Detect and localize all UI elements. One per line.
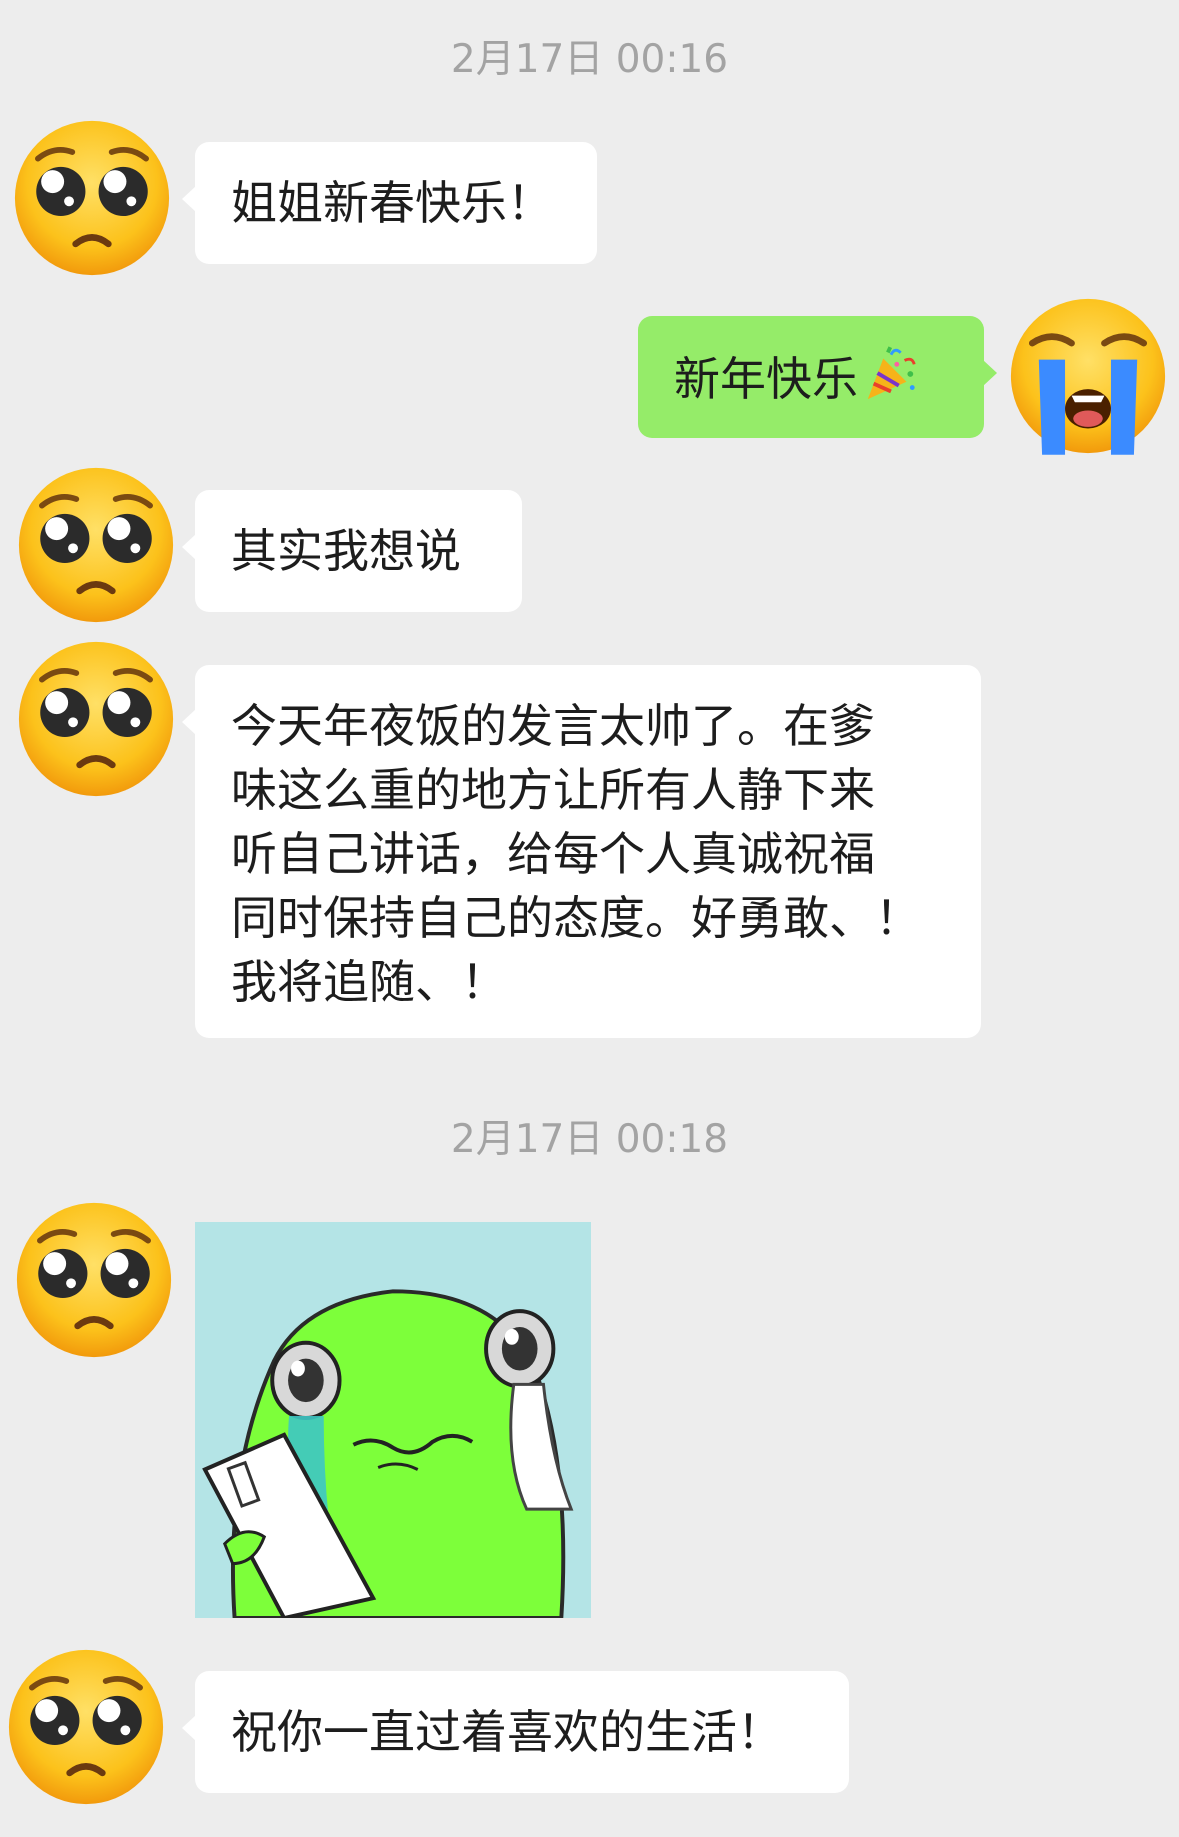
contact-avatar[interactable] (10, 116, 174, 280)
pleading-face-emoji-icon (14, 637, 178, 801)
message-text: 新年快乐 (674, 352, 858, 406)
pleading-face-emoji-icon (4, 1645, 168, 1809)
contact-avatar[interactable] (14, 463, 178, 627)
contact-avatar[interactable] (12, 1198, 176, 1362)
contact-avatar[interactable] (4, 1645, 168, 1809)
timestamp: 2月17日 00:18 (450, 1117, 729, 1162)
chat-area: 2月17日 00:16 姐姐新春快乐！ 新年快乐 其实我想说 今天年夜饭的发言太… (0, 0, 1179, 1837)
message-text: 祝你一直过着喜欢的生活！ (231, 1705, 783, 1759)
sticker-image[interactable] (195, 1222, 591, 1618)
self-avatar[interactable] (1006, 294, 1170, 458)
pleading-face-emoji-icon (10, 116, 174, 280)
message-text-line: 今天年夜饭的发言太帅了。在爹 (231, 699, 875, 753)
party-popper-icon (862, 345, 920, 403)
message-text: 其实我想说 (231, 524, 461, 578)
message-text-line: 同时保持自己的态度。好勇敢、！ (231, 891, 921, 945)
crying-frog-sticker-icon (195, 1222, 591, 1618)
message-bubble-incoming[interactable]: 其实我想说 (182, 490, 522, 612)
pleading-face-emoji-icon (12, 1198, 176, 1362)
pleading-face-emoji-icon (14, 463, 178, 627)
message-text-line: 味这么重的地方让所有人静下来 (231, 763, 875, 817)
message-text-line: 我将追随、！ (231, 955, 507, 1009)
contact-avatar[interactable] (14, 637, 178, 801)
message-bubble-incoming[interactable]: 姐姐新春快乐！ (182, 142, 597, 264)
message-bubble-outgoing[interactable]: 新年快乐 (638, 316, 997, 438)
message-bubble-incoming[interactable]: 祝你一直过着喜欢的生活！ (182, 1671, 849, 1793)
message-text-line: 听自己讲话，给每个人真诚祝福 (231, 827, 875, 881)
loudly-crying-face-emoji-icon (1006, 294, 1170, 458)
message-bubble-incoming[interactable]: 今天年夜饭的发言太帅了。在爹 味这么重的地方让所有人静下来 听自己讲话，给每个人… (182, 665, 981, 1038)
timestamp: 2月17日 00:16 (450, 37, 729, 82)
message-text: 姐姐新春快乐！ (231, 176, 553, 230)
